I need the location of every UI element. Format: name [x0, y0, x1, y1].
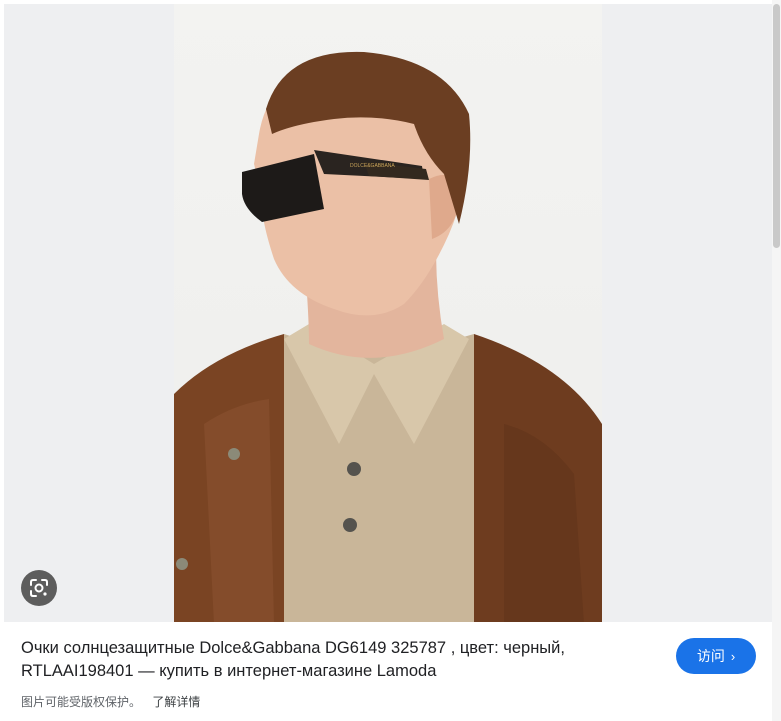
visit-button[interactable]: 访问 › — [676, 638, 756, 674]
learn-more-link[interactable]: 了解详情 — [152, 695, 200, 709]
product-photo[interactable]: DOLCE&GABBANA — [174, 4, 602, 622]
image-viewer: DOLCE&GABBANA — [4, 4, 772, 622]
copyright-text: 图片可能受版权保护。 — [21, 695, 142, 709]
google-lens-icon — [30, 579, 48, 597]
google-lens-button[interactable] — [21, 570, 57, 606]
svg-text:DOLCE&GABBANA: DOLCE&GABBANA — [350, 163, 395, 169]
scrollbar-thumb[interactable] — [773, 4, 780, 248]
image-title[interactable]: Очки солнцезащитные Dolce&Gabbana DG6149… — [21, 637, 651, 683]
chevron-right-icon: › — [730, 648, 736, 664]
man-in-sunglasses-image: DOLCE&GABBANA — [174, 51, 602, 622]
visit-button-label: 访问 — [696, 648, 725, 664]
image-preview-panel: DOLCE&GABBANA Очки солнцезащитные Dolce&… — [0, 0, 781, 721]
scrollbar[interactable] — [772, 0, 781, 721]
copyright-notice: 图片可能受版权保护。 了解详情 — [21, 693, 200, 710]
